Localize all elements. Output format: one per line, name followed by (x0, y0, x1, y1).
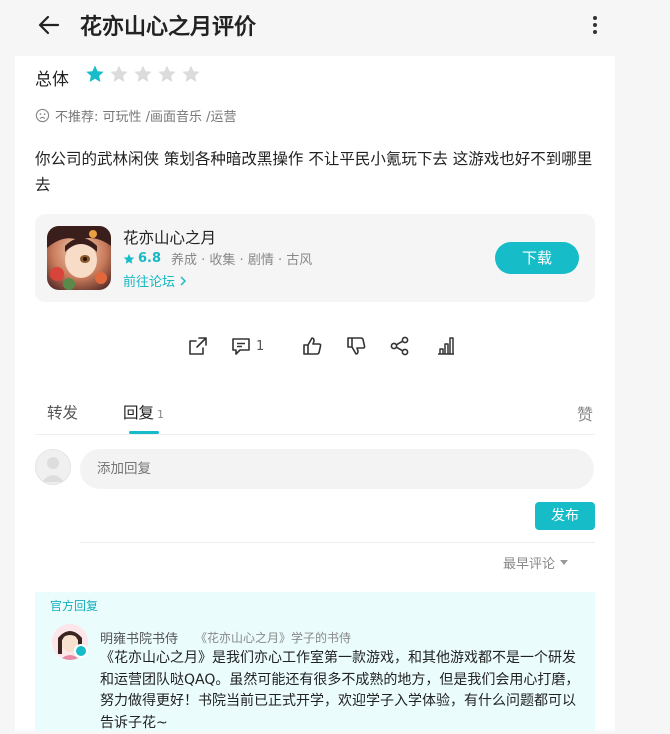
official-reply-text: 《花亦山心之月》是我们亦心工作室第一款游戏，和其他游戏都不是一个研发和运营团队哒… (100, 650, 580, 731)
tab-bar: 转发 回复 1 赞 (35, 391, 595, 435)
game-name: 花亦山心之月 (123, 229, 217, 247)
forum-link[interactable]: 前往论坛 (123, 271, 187, 290)
sort-label: 最早评论 (503, 557, 556, 572)
external-link-icon (189, 337, 207, 355)
game-icon (47, 226, 111, 290)
rating-label: 总体 (35, 70, 69, 90)
like-button[interactable] (301, 333, 323, 359)
star-empty-icon (134, 65, 152, 82)
not-recommended-line: 不推荐: 可玩性 /画面音乐 /运营 (35, 106, 237, 125)
comment-count: 1 (256, 338, 265, 354)
back-arrow-icon[interactable] (36, 12, 62, 38)
stats-button[interactable] (435, 333, 457, 359)
official-name[interactable]: 明雍书院书侍 (100, 628, 178, 647)
tab-repost[interactable]: 转发 (47, 401, 78, 423)
tab-like[interactable]: 赞 (577, 401, 593, 425)
official-tag: 官方回复 (50, 599, 99, 613)
verified-badge-icon (74, 644, 88, 658)
not-recommended-text: 不推荐: 可玩性 /画面音乐 /运营 (55, 110, 237, 125)
star-rating (85, 64, 201, 84)
dislike-button[interactable] (345, 333, 367, 359)
top-bar: 花亦山心之月评价 (0, 0, 670, 52)
share-external-button[interactable] (187, 333, 209, 359)
game-score: 6.8 (123, 251, 161, 266)
tab-active-indicator (129, 431, 159, 434)
sort-dropdown[interactable]: 最早评论 (503, 553, 569, 572)
caret-down-icon (560, 560, 569, 565)
share-icon (390, 336, 409, 356)
more-vertical-icon[interactable] (584, 12, 606, 38)
review-text: 你公司的武林闲侠 策划各种暗改黑操作 不让平民小氪玩下去 这游戏也好不到哪里去 (35, 150, 593, 194)
comment-button[interactable]: 1 (230, 333, 264, 359)
tab-reply-label: 回复 (123, 404, 155, 422)
sad-face-icon (35, 108, 50, 123)
tab-reply[interactable]: 回复 1 (123, 401, 164, 423)
star-empty-icon (158, 65, 176, 82)
official-subtitle: 《花亦山心之月》学子的书侍 (195, 631, 352, 645)
chevron-right-icon (180, 276, 187, 286)
star-empty-icon (110, 65, 128, 82)
user-avatar (35, 449, 71, 485)
download-button[interactable]: 下载 (495, 242, 579, 274)
game-score-value: 6.8 (138, 251, 162, 266)
forum-link-label: 前往论坛 (123, 275, 176, 290)
star-small-icon (123, 253, 135, 264)
reply-input[interactable] (80, 449, 594, 489)
star-filled-icon (86, 65, 104, 82)
thumbs-down-icon (347, 337, 366, 355)
tab-reply-count: 1 (157, 408, 165, 421)
divider (80, 542, 595, 543)
star-empty-icon (182, 65, 200, 82)
publish-button[interactable]: 发布 (535, 502, 595, 530)
thumbs-up-icon (303, 337, 322, 355)
review-card: 总体 不推荐: 可玩性 /画面音乐 /运营 你公司的武林闲侠 策划各种暗改黑操作… (15, 56, 615, 731)
game-tags: 养成 · 收集 · 剧情 · 古风 (171, 253, 313, 268)
official-reply: 官方回复 明雍书院书侍 《花亦山心之月》学子的书侍 《花亦山心之月》是我们亦心工… (35, 592, 595, 731)
comment-icon (232, 338, 250, 355)
share-button[interactable] (389, 333, 411, 359)
game-meta: 6.8 养成 · 收集 · 剧情 · 古风 (123, 249, 312, 268)
page-title: 花亦山心之月评价 (80, 15, 257, 40)
game-card[interactable]: 花亦山心之月 6.8 养成 · 收集 · 剧情 · 古风 前往论坛 下载 (35, 214, 595, 302)
bar-chart-icon (438, 337, 454, 355)
